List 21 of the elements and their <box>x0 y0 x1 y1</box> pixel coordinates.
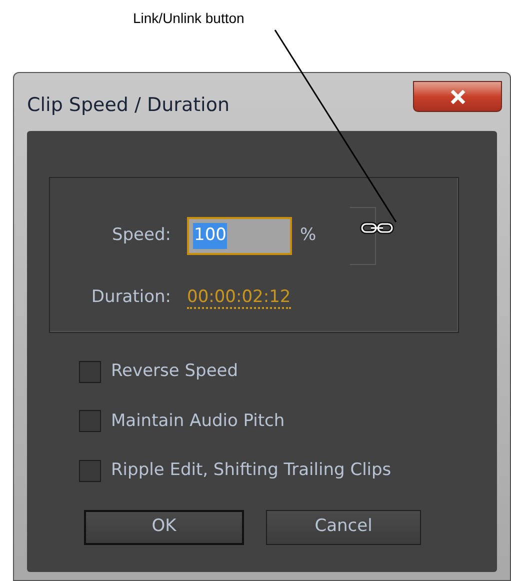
cancel-button[interactable]: Cancel <box>266 510 421 544</box>
close-button[interactable] <box>413 81 502 112</box>
speed-value: 100 <box>193 223 228 249</box>
link-bracket <box>350 207 376 265</box>
checkbox[interactable] <box>79 360 101 383</box>
checkbox[interactable] <box>79 410 101 432</box>
duration-value[interactable]: 00:00:02:12 <box>187 286 291 309</box>
callout-label: Link/Unlink button <box>133 9 244 28</box>
window-title: Clip Speed / Duration <box>27 93 230 118</box>
checkbox-label: Maintain Audio Pitch <box>111 410 285 432</box>
close-icon <box>450 90 466 104</box>
chain-link-icon <box>359 221 395 235</box>
link-button[interactable] <box>358 220 396 236</box>
speed-field[interactable]: 100 <box>187 217 292 255</box>
speed-label: Speed: <box>110 224 171 248</box>
checkbox-label: Reverse Speed <box>111 360 238 383</box>
duration-label: Duration: <box>90 286 171 309</box>
checkbox-label: Ripple Edit, Shifting Trailing Clips <box>111 459 392 482</box>
checkbox[interactable] <box>79 460 101 482</box>
ok-button[interactable]: OK <box>84 510 244 544</box>
percent-unit: % <box>300 224 316 248</box>
